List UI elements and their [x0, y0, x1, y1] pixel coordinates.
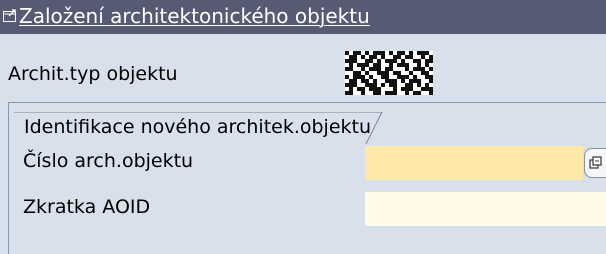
title-bar: Založení architektonického objektu: [0, 0, 606, 34]
architecture-type-label: Archit.typ objektu: [8, 63, 178, 85]
group-title: Identifikace nového architek.objektu: [24, 116, 372, 138]
pixelated-image-icon: [345, 51, 433, 95]
arch-object-number-label: Číslo arch.objektu: [23, 150, 194, 172]
arch-object-number-input[interactable]: [365, 146, 583, 180]
field-row-aoid-abbreviation: Zkratka AOID: [15, 190, 606, 226]
search-help-icon: [589, 156, 602, 169]
search-help-button[interactable]: [584, 148, 606, 178]
aoid-abbreviation-input[interactable]: [365, 192, 606, 226]
field-row-arch-object-number: Číslo arch.objektu: [15, 144, 606, 180]
window-icon: [3, 9, 16, 22]
aoid-abbreviation-label: Zkratka AOID: [23, 196, 151, 218]
window-title: Založení architektonického objektu: [19, 4, 370, 28]
